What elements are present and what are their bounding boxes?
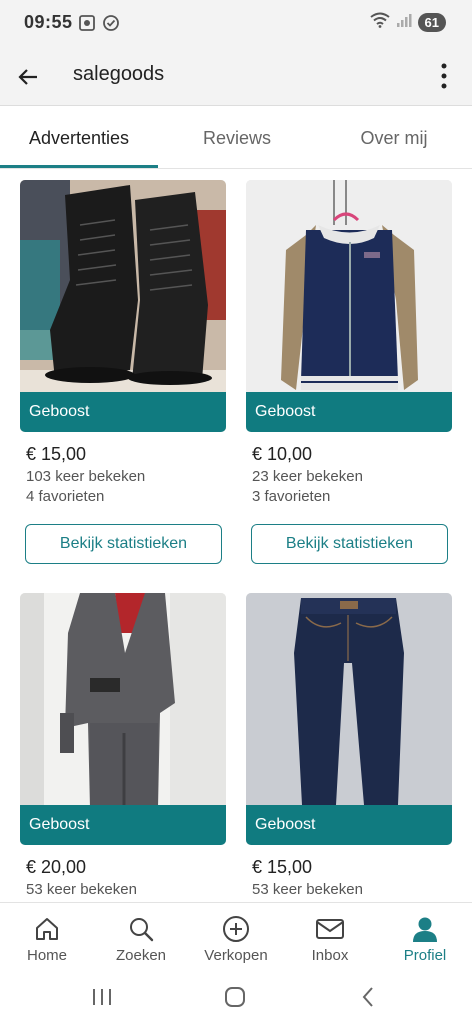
nav-inbox-label: Inbox (311, 947, 349, 964)
signal-icon (396, 12, 412, 33)
bottom-navigation: Home Zoeken Verkopen Inbox Profiel (0, 902, 472, 972)
listing-views: 23 keer bekeken (252, 468, 363, 485)
plus-circle-icon (222, 915, 250, 943)
nav-verkopen[interactable]: Verkopen (189, 903, 283, 973)
battery-indicator: 61 (417, 13, 446, 32)
tab-over-mij[interactable]: Over mij (316, 107, 472, 169)
listing-price: € 15,00 (252, 857, 313, 877)
view-statistics-button[interactable]: Bekijk statistieken (251, 524, 448, 564)
recents-button[interactable] (82, 982, 122, 1012)
status-bar: 09:55 61 (0, 0, 472, 48)
nav-inbox[interactable]: Inbox (283, 903, 377, 973)
listing-views: 53 keer bekeken (252, 881, 363, 898)
tab-reviews[interactable]: Reviews (158, 107, 316, 169)
nav-home-label: Home (26, 947, 67, 964)
system-home-button[interactable] (215, 982, 255, 1012)
app-bar: salegoods (0, 48, 472, 106)
more-options-button[interactable] (432, 58, 456, 94)
listing-favorites: 4 favorieten (26, 488, 105, 505)
page-title: salegoods (73, 63, 165, 85)
nav-profiel-label: Profiel (403, 947, 447, 964)
nav-profiel[interactable]: Profiel (378, 903, 472, 973)
screenshot-icon (78, 14, 96, 37)
search-icon (127, 915, 155, 943)
check-circle-icon (102, 14, 120, 37)
home-circle-icon (225, 987, 245, 1007)
status-time: 09:55 (24, 12, 73, 32)
listing-image[interactable]: Geboost (246, 593, 452, 845)
nav-zoeken[interactable]: Zoeken (94, 903, 188, 973)
profile-tabs: Advertenties Reviews Over mij (0, 107, 472, 169)
boost-badge: Geboost (20, 805, 226, 845)
boost-badge: Geboost (246, 392, 452, 432)
arrow-left-icon (18, 69, 37, 85)
status-icons-right: 61 (369, 12, 446, 33)
listing-image[interactable]: Geboost (20, 180, 226, 432)
mail-icon (315, 915, 345, 943)
home-icon (33, 915, 61, 943)
listing-grid[interactable]: Geboost € 15,00 103 keer bekeken 4 favor… (0, 169, 472, 902)
view-statistics-button[interactable]: Bekijk statistieken (25, 524, 222, 564)
active-tab-indicator (0, 165, 158, 168)
wifi-icon (369, 12, 390, 33)
listing-views: 53 keer bekeken (26, 881, 137, 898)
listing-image[interactable]: Geboost (20, 593, 226, 845)
listing-views: 103 keer bekeken (26, 468, 146, 485)
nav-home[interactable]: Home (0, 903, 94, 973)
system-navigation (0, 972, 472, 1024)
status-icons-left (78, 14, 120, 37)
listing-price: € 15,00 (26, 444, 87, 464)
listing-price: € 10,00 (252, 444, 313, 464)
nav-verkopen-label: Verkopen (204, 947, 268, 964)
listing-price: € 20,00 (26, 857, 87, 877)
boost-badge: Geboost (20, 392, 226, 432)
person-icon (411, 915, 439, 943)
back-button[interactable] (10, 59, 46, 95)
more-vertical-icon (441, 63, 447, 89)
nav-zoeken-label: Zoeken (115, 947, 167, 964)
listing-favorites: 3 favorieten (252, 488, 331, 505)
listing-image[interactable]: Geboost (246, 180, 452, 432)
boost-badge: Geboost (246, 805, 452, 845)
back-chevron-icon (362, 987, 373, 1007)
system-back-button[interactable] (348, 982, 388, 1012)
recents-icon (93, 989, 111, 1005)
tab-advertenties[interactable]: Advertenties (0, 107, 158, 169)
